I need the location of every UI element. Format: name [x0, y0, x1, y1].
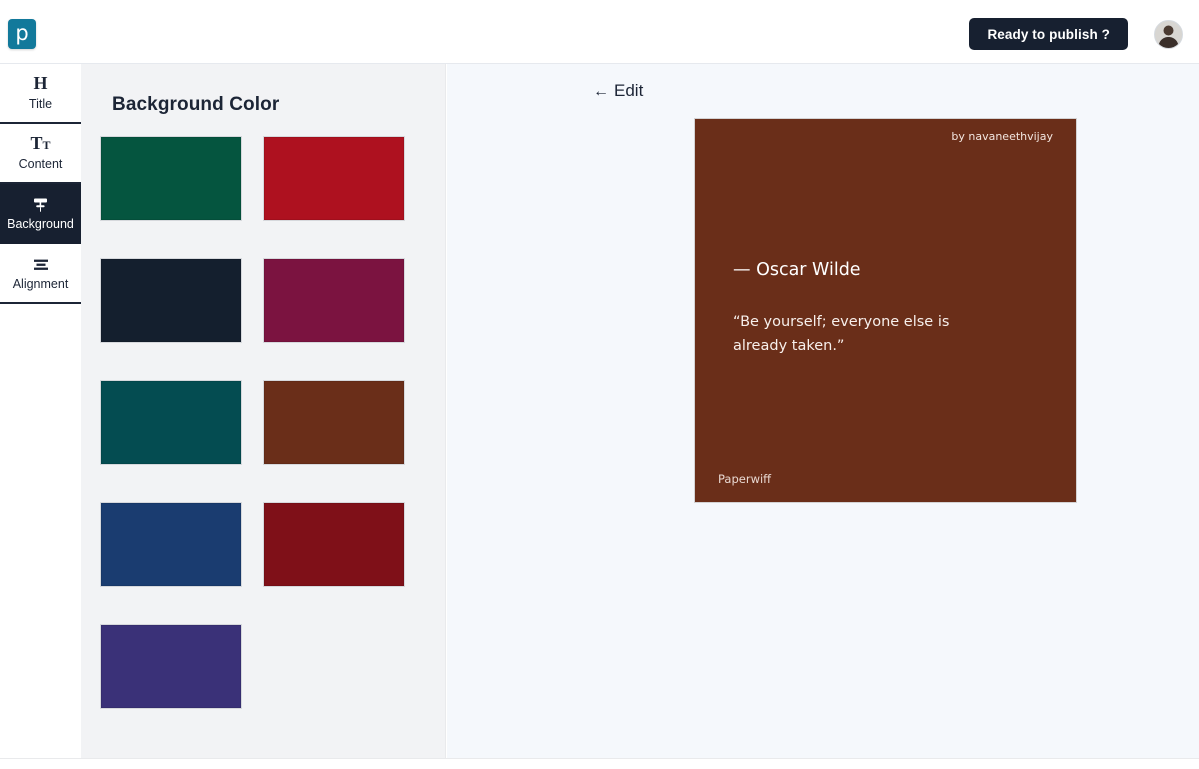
app-header: p Ready to publish ? — [0, 0, 1199, 64]
card-brand: Paperwiff — [718, 472, 772, 486]
ready-to-publish-button[interactable]: Ready to publish ? — [969, 18, 1128, 50]
logo-letter: p — [15, 21, 29, 45]
paint-roller-icon — [0, 192, 81, 214]
avatar[interactable] — [1154, 20, 1183, 49]
panel-title: Background Color — [112, 94, 280, 115]
text-size-icon: TT — [30, 133, 51, 153]
swatch-dark-green[interactable] — [101, 137, 241, 220]
sidebar-item-alignment[interactable]: Alignment — [0, 244, 81, 304]
align-center-icon — [0, 252, 81, 274]
sidebar-item-label-alignment: Alignment — [12, 277, 69, 291]
swatch-crimson[interactable] — [264, 137, 404, 220]
quote-card-preview[interactable]: by navaneethvijay — Oscar Wilde “Be your… — [695, 119, 1076, 502]
heading-icon: H — [33, 73, 48, 93]
swatch-wine[interactable] — [264, 259, 404, 342]
sidebar-item-label-content: Content — [18, 157, 63, 171]
background-color-grid — [101, 137, 431, 747]
footer-strip — [0, 758, 1199, 769]
arrow-left-icon: ← — [593, 83, 609, 100]
swatch-midnight-navy[interactable] — [101, 259, 241, 342]
swatch-dark-red[interactable] — [264, 503, 404, 586]
sidebar-item-label-title: Title — [28, 97, 53, 111]
card-quote: “Be yourself; everyone else is already t… — [733, 314, 950, 354]
swatch-brown[interactable] — [264, 381, 404, 464]
sidebar-item-content[interactable]: TT Content — [0, 124, 81, 184]
sidebar-item-background[interactable]: Background — [0, 184, 81, 244]
sidebar-item-title[interactable]: H Title — [0, 64, 81, 124]
swatch-teal[interactable] — [101, 381, 241, 464]
sidebar-item-label-background: Background — [7, 217, 74, 231]
back-to-edit-link[interactable]: ← Edit — [593, 81, 643, 101]
swatch-purple[interactable] — [101, 625, 241, 708]
card-author: by navaneethvijay — [951, 130, 1053, 143]
preview-panel: ← Edit by navaneethvijay — Oscar Wilde “B… — [447, 64, 1199, 758]
card-title: — Oscar Wilde — [733, 260, 861, 280]
edit-label: Edit — [614, 81, 644, 100]
editor-sidebar: H Title TT Content Background Alignment — [0, 64, 81, 758]
background-options-panel: Background Color — [81, 64, 446, 758]
avatar-photo — [1155, 21, 1182, 48]
swatch-royal-blue[interactable] — [101, 503, 241, 586]
app-logo[interactable]: p — [8, 19, 36, 49]
